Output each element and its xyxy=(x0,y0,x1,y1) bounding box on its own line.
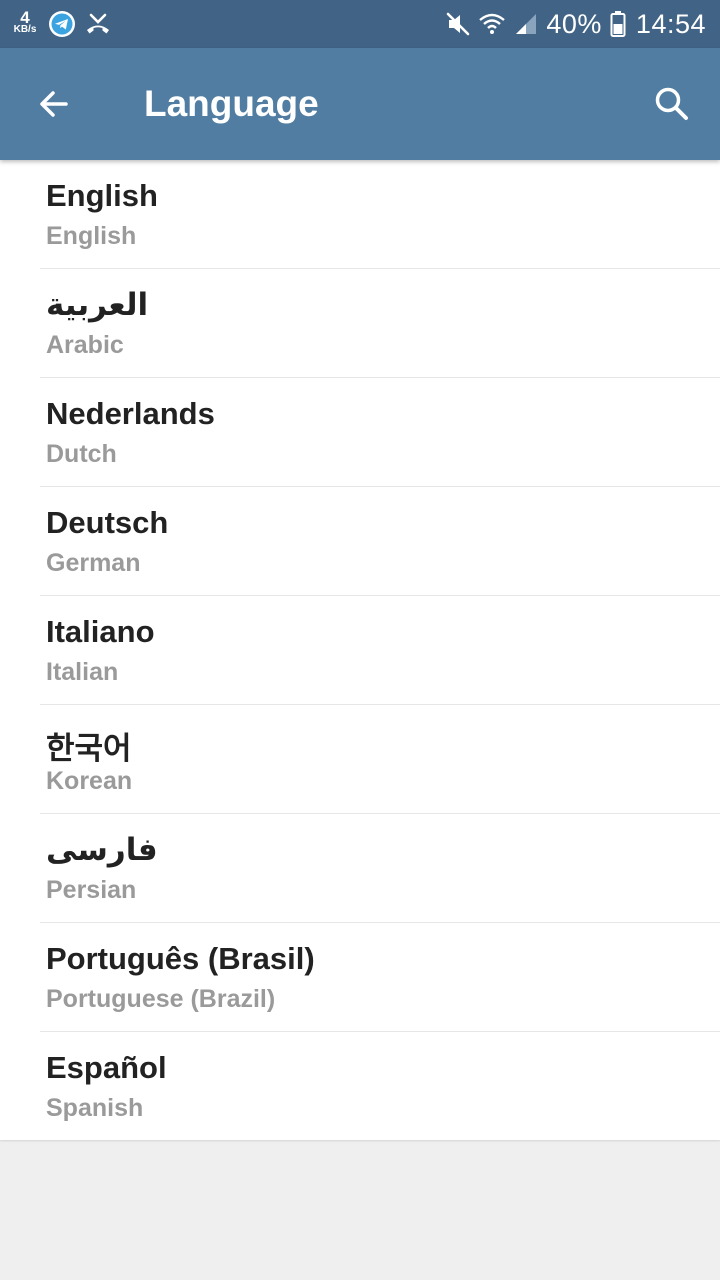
arrow-back-icon xyxy=(40,91,68,117)
language-native-name: فارسی xyxy=(46,832,158,867)
language-english-name: English xyxy=(46,222,137,250)
search-icon xyxy=(655,87,688,120)
search-button[interactable] xyxy=(644,76,700,132)
battery-icon xyxy=(610,11,626,37)
status-bar: 4 KB/s 40% 14:54 xyxy=(0,0,720,48)
language-item-portuguese-brazil[interactable]: Português (Brasil) Portuguese (Brazil) xyxy=(40,923,720,1032)
language-english-name: German xyxy=(46,549,141,577)
battery-percent: 40% xyxy=(546,8,602,39)
language-item-dutch[interactable]: Nederlands Dutch xyxy=(40,378,720,487)
language-native-name: Português (Brasil) xyxy=(46,941,315,976)
language-item-arabic[interactable]: العربية Arabic xyxy=(40,269,720,378)
network-speed-unit: KB/s xyxy=(13,24,37,35)
status-bar-right: 40% 14:54 xyxy=(438,0,706,48)
language-native-name: Español xyxy=(46,1050,167,1085)
language-english-name: Dutch xyxy=(46,440,117,468)
network-speed-value: 4 xyxy=(20,8,30,27)
language-native-name: English xyxy=(46,178,158,213)
language-english-name: Arabic xyxy=(46,331,124,359)
wifi-icon xyxy=(479,13,506,34)
page-title: Language xyxy=(144,83,319,124)
language-item-persian[interactable]: فارسی Persian xyxy=(40,814,720,923)
language-native-name: العربية xyxy=(46,287,149,322)
status-bar-left: 4 KB/s xyxy=(8,0,112,48)
language-item-spanish[interactable]: Español Spanish xyxy=(40,1032,720,1140)
clock: 14:54 xyxy=(635,8,706,39)
language-english-name: Italian xyxy=(46,658,119,686)
missed-call-icon xyxy=(87,13,109,34)
signal-icon xyxy=(516,14,537,34)
back-button[interactable] xyxy=(26,76,82,132)
language-item-italian[interactable]: Italiano Italian xyxy=(40,596,720,705)
language-english-name: Portuguese (Brazil) xyxy=(46,985,276,1013)
language-native-name: Italiano xyxy=(46,614,155,649)
language-english-name: Spanish xyxy=(46,1094,144,1122)
language-native-name: Nederlands xyxy=(46,396,215,431)
app-bar: Language xyxy=(0,48,720,160)
language-native-name: Deutsch xyxy=(46,505,169,540)
telegram-icon xyxy=(49,11,75,37)
language-list: English English العربية Arabic Nederland… xyxy=(0,160,720,1140)
language-item-korean[interactable]: 한국어 Korean xyxy=(40,705,720,814)
language-english-name: Korean xyxy=(46,767,133,795)
language-item-german[interactable]: Deutsch German xyxy=(40,487,720,596)
network-speed: 4 KB/s xyxy=(8,8,42,36)
language-item-english[interactable]: English English xyxy=(40,160,720,269)
mute-icon xyxy=(447,12,470,36)
language-native-name: 한국어 xyxy=(46,731,132,766)
language-english-name: Persian xyxy=(46,876,137,904)
